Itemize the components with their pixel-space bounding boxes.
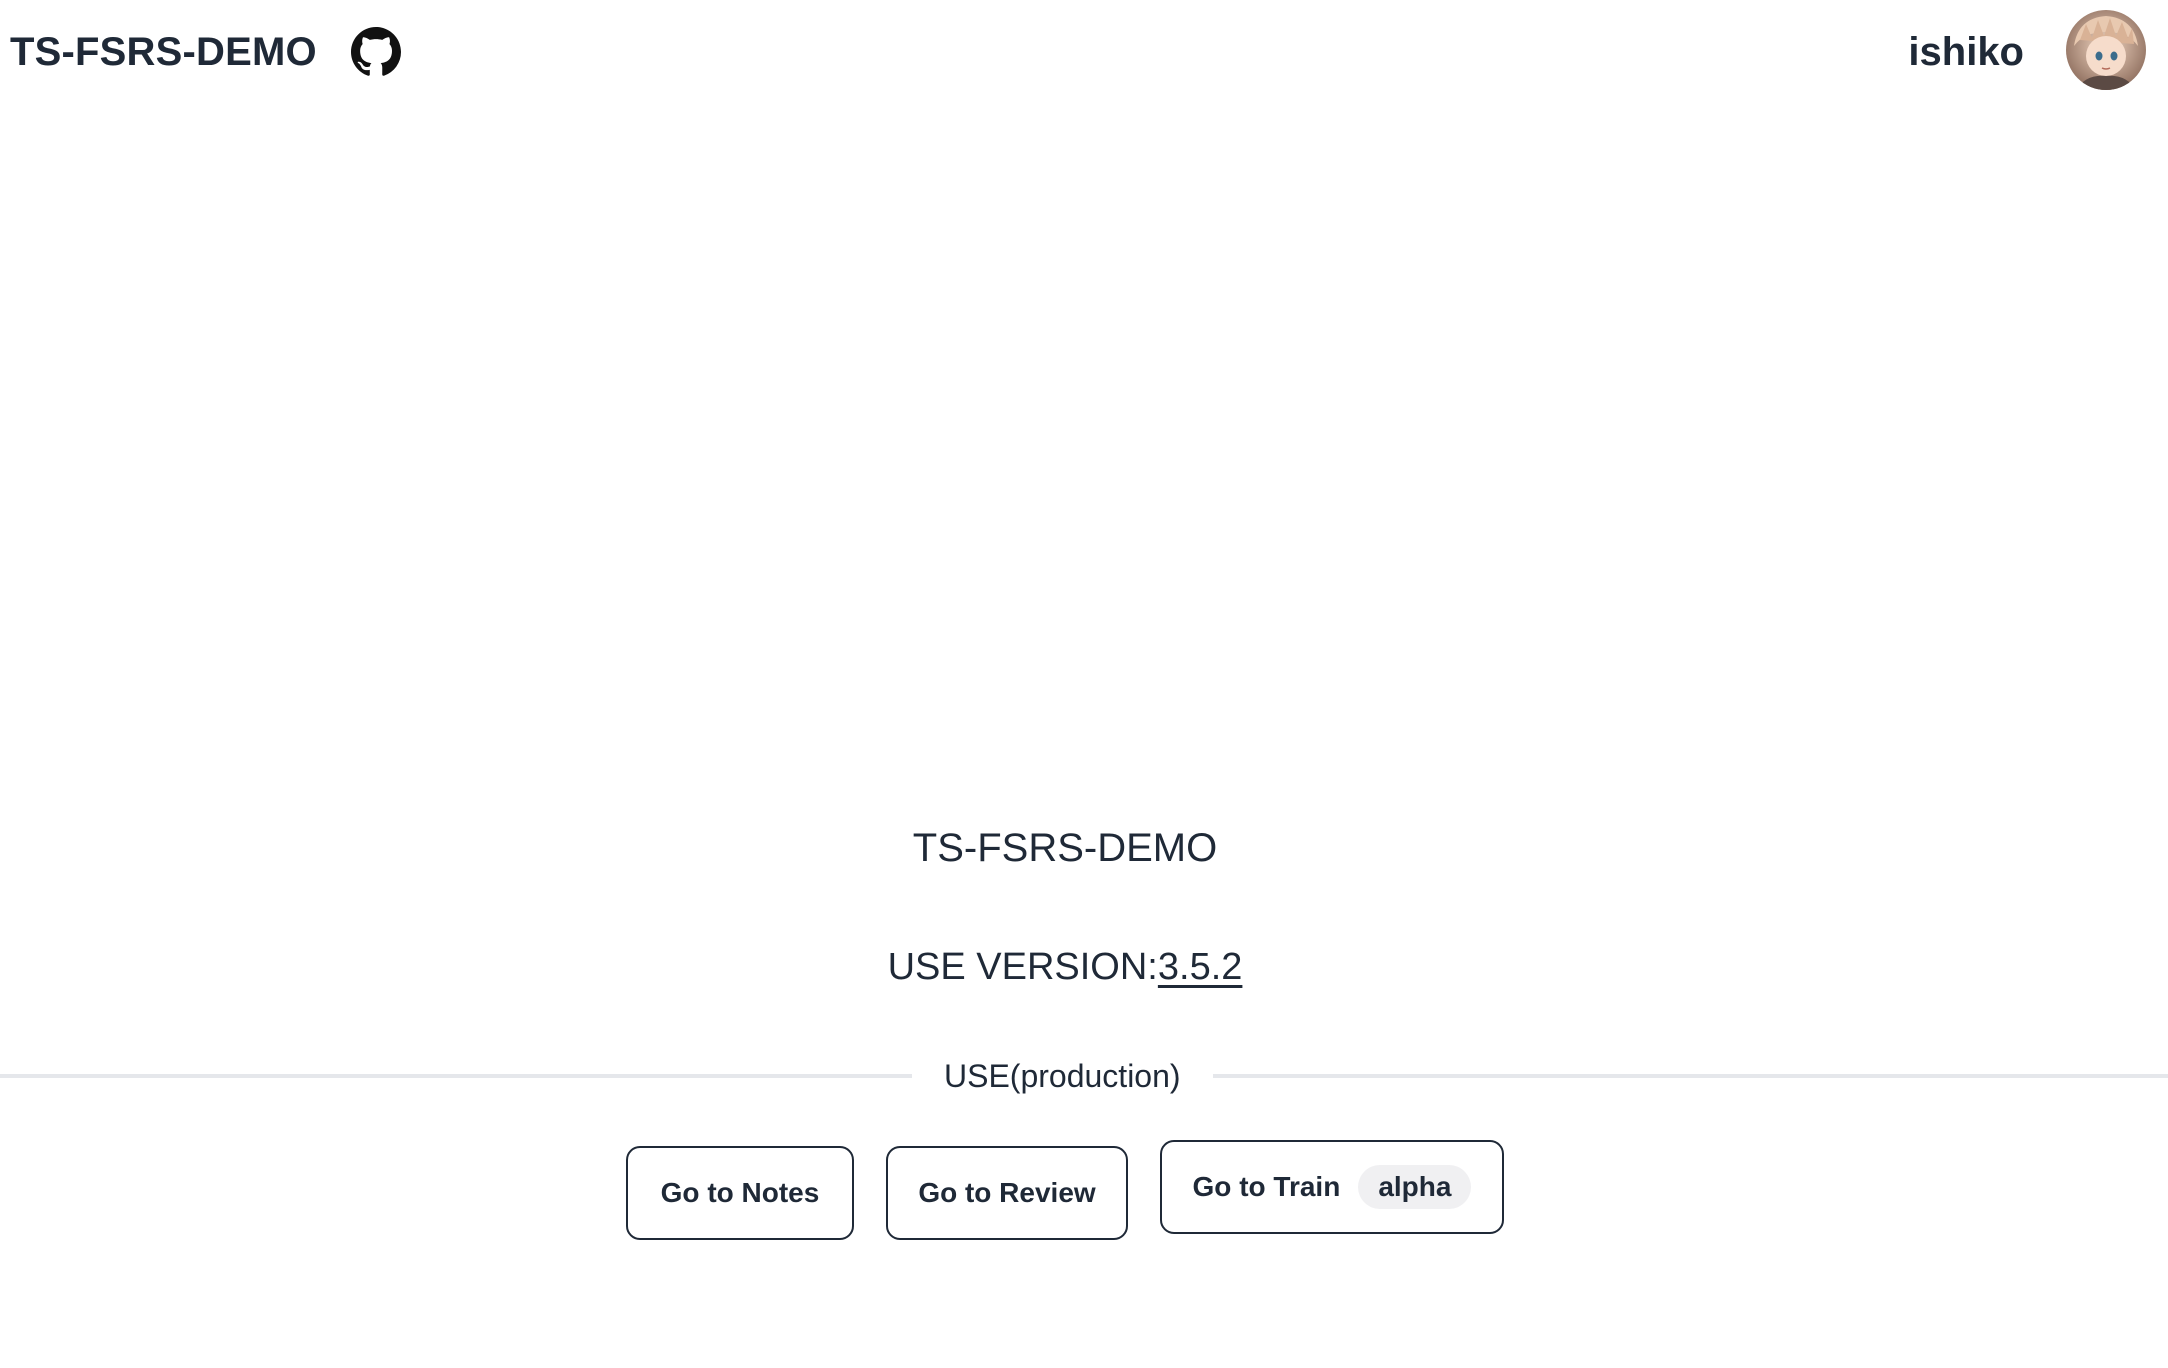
version-label: USE VERSION: (887, 946, 1158, 988)
go-to-review-button[interactable]: Go to Review (886, 1146, 1128, 1240)
section-divider: USE(production) (0, 1054, 2168, 1098)
avatar[interactable] (2066, 10, 2146, 90)
go-to-train-button[interactable]: Go to Train alpha (1160, 1140, 1504, 1234)
version-line: USE VERSION:3.5.2 (0, 940, 2130, 994)
alpha-badge: alpha (1358, 1165, 1472, 1209)
hero-title: TS-FSRS-DEMO (912, 826, 1218, 870)
divider-line-left (0, 1074, 912, 1078)
github-icon[interactable] (350, 26, 402, 78)
username: ishiko (1908, 30, 2024, 74)
divider-line-right (1212, 1074, 2168, 1078)
avatar-image (2066, 10, 2146, 90)
divider-label: USE(production) (944, 1057, 1181, 1094)
go-to-notes-button[interactable]: Go to Notes (626, 1146, 854, 1240)
brand-link[interactable]: TS-FSRS-DEMO (10, 28, 317, 76)
go-to-train-label: Go to Train (1192, 1171, 1341, 1202)
navbar: TS-FSRS-DEMO ishiko (0, 0, 2168, 106)
version-link[interactable]: 3.5.2 (1158, 946, 1243, 988)
